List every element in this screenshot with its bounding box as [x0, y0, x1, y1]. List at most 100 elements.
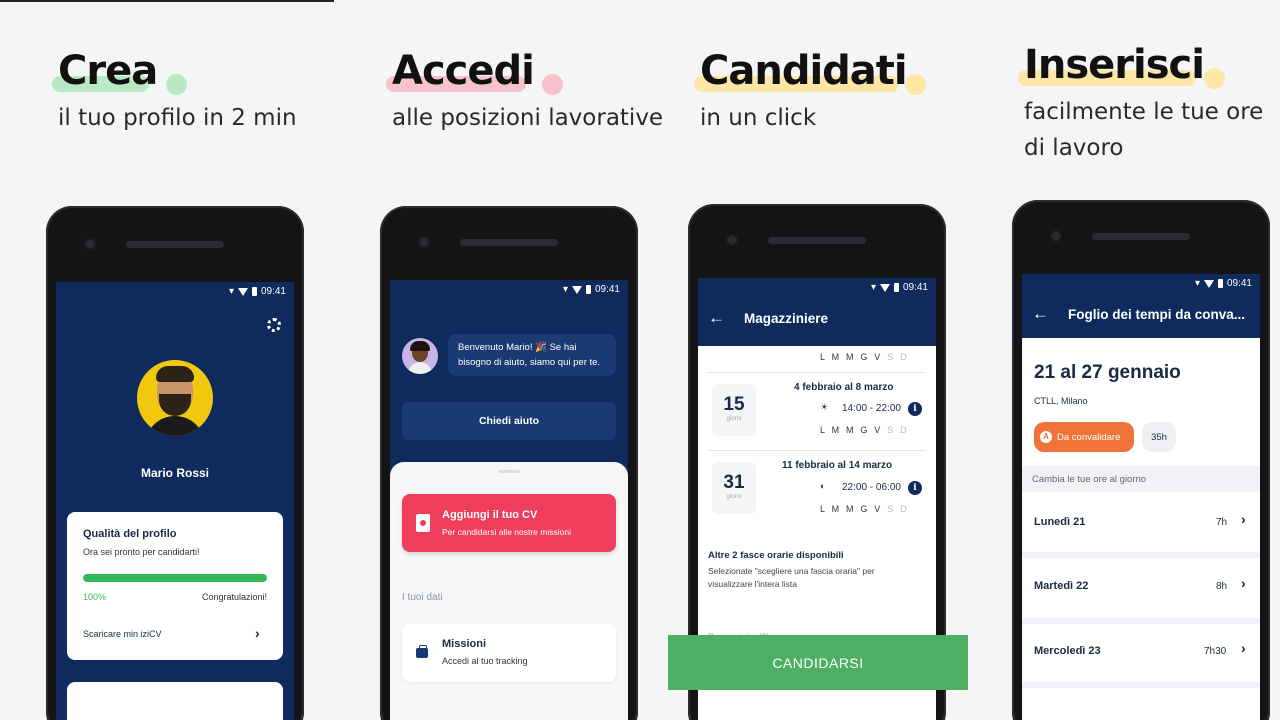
progress-percent: 100% — [83, 592, 107, 602]
panel-subtitle: il tuo profilo in 2 min — [58, 105, 297, 131]
back-arrow-icon[interactable]: ← — [708, 308, 725, 328]
weekdays-row: L M M G V S D — [820, 352, 909, 362]
status-badge: A Da convalidare — [1034, 422, 1134, 452]
wifi-icon: ▾ — [870, 282, 876, 293]
missions-card[interactable]: Missioni Accedi al tuo tracking — [402, 624, 616, 682]
weekdays-row: L M M G V S D — [820, 425, 909, 435]
day-shift-icon: ☀ — [820, 402, 829, 412]
signal-icon — [237, 287, 248, 296]
add-cv-subtitle: Per candidarsi alle nostre missioni — [442, 527, 571, 537]
avatar[interactable] — [137, 360, 213, 436]
phone-timesheet: ▾ 09:41 ← Foglio dei tempi da conva... 2… — [1012, 200, 1270, 720]
headline-text: Crea — [58, 48, 158, 94]
chevron-right-icon[interactable]: › — [1241, 575, 1246, 591]
welcome-line-1: Benvenuto Mario! 🎉 Se hai — [458, 342, 577, 353]
headline-text: Inserisci — [1024, 42, 1205, 88]
ask-help-button[interactable]: Chiedi aiuto — [402, 402, 616, 440]
wifi-icon: ▾ — [228, 286, 234, 297]
slot-duration-box: 31 giorni — [712, 462, 756, 514]
headline-crea: Crea — [52, 48, 187, 95]
user-name: Mario Rossi — [140, 466, 209, 480]
status-bar: ▾ 09:41 — [563, 284, 620, 295]
panel-subtitle-line-2: di lavoro — [1024, 135, 1124, 161]
info-icon[interactable]: i — [908, 402, 922, 416]
timesheet-title: Foglio dei tempi da conva... — [1068, 307, 1246, 322]
phone-profile: ▾ 09:41 Mario Rossi Qualità del profilo … — [46, 206, 304, 720]
slot-hours: 22:00 - 06:00 — [842, 482, 901, 493]
week-range: 21 al 27 gennaio — [1034, 362, 1181, 383]
day-label[interactable]: Mercoledì 23 — [1034, 645, 1101, 657]
apply-button[interactable]: CANDIDARSI — [668, 635, 968, 690]
signal-icon — [571, 285, 582, 294]
work-location: CTLL, Milano — [1034, 396, 1088, 406]
wifi-icon: ▾ — [562, 284, 568, 295]
day-hours: 7h — [1216, 517, 1228, 528]
front-camera — [84, 238, 96, 250]
speaker — [460, 239, 558, 246]
chevron-right-icon[interactable]: › — [255, 625, 260, 641]
speaker — [1092, 233, 1190, 240]
timesheet-content: 21 al 27 gennaio CTLL, Milano A Da conva… — [1022, 338, 1260, 720]
total-hours-badge: 35h — [1142, 422, 1176, 452]
slot-date-range: 4 febbraio al 8 marzo — [794, 382, 894, 393]
phone-home: ▾ 09:41 Benvenuto Mario! 🎉 Se hai bisogn… — [380, 206, 638, 720]
status-time: 09:41 — [594, 284, 620, 295]
progress-message: Congratulazioni! — [201, 592, 267, 602]
more-slots-title: Altre 2 fasce orarie disponibili — [708, 550, 844, 561]
slot-days-unit: giorni — [726, 494, 742, 500]
status-bar: ▾ 09:41 — [229, 286, 286, 297]
divider — [708, 372, 926, 373]
wifi-icon: ▾ — [1194, 278, 1200, 289]
status-time: 09:41 — [1226, 278, 1252, 289]
assistant-avatar — [402, 338, 438, 374]
signal-icon — [879, 283, 890, 292]
panel-4-header: Inserisci facilmente le tue ore di lavor… — [1018, 42, 1263, 166]
edit-hours-hint: Cambia le tue ore al giorno — [1022, 466, 1260, 492]
download-cv-link[interactable]: Scaricare min iziCV — [83, 629, 162, 639]
app-bar: ← Magazziniere — [698, 294, 936, 346]
headline-text: Candidati — [700, 48, 908, 94]
profile-quality-card: Qualità del profilo Ora sei pronto per c… — [67, 512, 283, 660]
welcome-line-2: bisogno di aiuto, siamo qui per te. — [458, 357, 601, 368]
divider — [708, 450, 926, 451]
headline-dot — [166, 74, 187, 95]
profile-progress-bar — [83, 574, 267, 582]
top-divider — [0, 0, 334, 2]
panel-2-header: Accedi alle posizioni lavorative — [386, 48, 664, 136]
sheet-handle[interactable] — [498, 470, 520, 473]
info-icon[interactable]: i — [908, 481, 922, 495]
screen-home: ▾ 09:41 Benvenuto Mario! 🎉 Se hai bisogn… — [390, 280, 628, 720]
chevron-right-icon[interactable]: › — [1241, 640, 1246, 656]
back-arrow-icon[interactable]: ← — [1032, 304, 1049, 324]
status-bar: ▾ 09:41 — [1195, 278, 1252, 289]
gear-icon[interactable] — [267, 318, 281, 332]
add-cv-title: Aggiungi il tuo CV — [442, 509, 538, 521]
divider — [1022, 552, 1260, 558]
progress-fill — [83, 574, 267, 582]
chevron-right-icon[interactable]: › — [1241, 511, 1246, 527]
weekdays-row: L M M G V S D — [820, 504, 909, 514]
weekdays-active: L M M G V — [820, 425, 883, 435]
speaker — [768, 237, 866, 244]
weekdays-off: S D — [887, 425, 909, 435]
panel-subtitle: alle posizioni lavorative — [392, 105, 664, 131]
add-cv-card[interactable]: Aggiungi il tuo CV Per candidarsi alle n… — [402, 494, 616, 552]
battery-icon — [893, 283, 899, 292]
more-slots-hint-2: visualizzare l'intera lista — [708, 579, 798, 589]
slot-days-number: 31 — [723, 472, 745, 493]
document-icon — [416, 514, 430, 532]
status-badge-label: Da convalidare — [1057, 431, 1121, 443]
battery-icon — [251, 287, 257, 296]
app-bar: ← Foglio dei tempi da conva... — [1022, 290, 1260, 342]
day-label[interactable]: Lunedì 21 — [1034, 516, 1085, 528]
battery-icon — [1217, 279, 1223, 288]
screen-timesheet: ▾ 09:41 ← Foglio dei tempi da conva... 2… — [1022, 274, 1260, 720]
day-hours: 8h — [1216, 581, 1228, 592]
missions-title: Missioni — [442, 638, 487, 650]
day-label[interactable]: Martedì 22 — [1034, 580, 1088, 592]
headline-inserisci: Inserisci — [1018, 42, 1225, 89]
status-time: 09:41 — [260, 286, 286, 297]
signal-icon — [1203, 279, 1214, 288]
headline-dot — [1204, 68, 1225, 89]
front-camera — [726, 234, 738, 246]
